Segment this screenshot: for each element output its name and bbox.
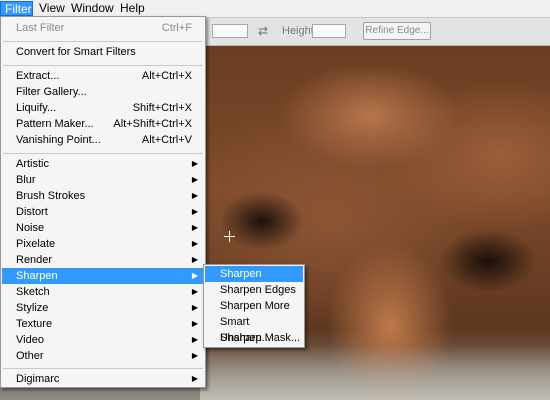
menu-view[interactable]: View	[35, 1, 69, 16]
submenu-item-sharpen[interactable]: Sharpen	[205, 266, 303, 282]
menu-item-brush-strokes[interactable]: Brush Strokes ▶	[2, 188, 204, 204]
refine-edge-button[interactable]: Refine Edge...	[363, 22, 431, 40]
menu-item-label: Last Filter	[16, 22, 65, 34]
menu-help[interactable]: Help	[116, 1, 149, 16]
menu-item-label: Blur	[16, 174, 36, 186]
menu-item-extract[interactable]: Extract... Alt+Ctrl+X	[2, 68, 204, 84]
triangle-right-icon: ▶	[191, 223, 198, 232]
submenu-item-sharpen-more[interactable]: Sharpen More	[205, 298, 303, 314]
menu-separator	[3, 41, 203, 42]
triangle-right-icon: ▶	[191, 191, 198, 200]
menu-separator	[3, 153, 203, 154]
menu-item-label: Brush Strokes	[16, 190, 86, 202]
menu-item-label: Vanishing Point...	[16, 134, 101, 146]
menu-item-label: Distort	[16, 206, 48, 218]
triangle-right-icon: ▶	[191, 159, 198, 168]
menu-item-shortcut: Ctrl+F	[161, 22, 192, 34]
triangle-right-icon: ▶	[191, 239, 198, 248]
menu-item-label: Extract...	[16, 70, 60, 82]
menu-item-sketch[interactable]: Sketch ▶	[2, 284, 204, 300]
menu-item-label: Texture	[16, 318, 53, 330]
menu-item-shortcut: Alt+Ctrl+X	[141, 70, 192, 82]
menu-item-label: Sketch	[16, 286, 50, 298]
menu-item-label: Noise	[16, 222, 45, 234]
triangle-right-icon: ▶	[191, 207, 198, 216]
menu-item-other[interactable]: Other ▶	[2, 348, 204, 364]
swap-arrows-icon[interactable]: ⇄	[258, 24, 272, 38]
sharpen-submenu: Sharpen Sharpen Edges Sharpen More Smart…	[203, 264, 305, 348]
triangle-right-icon: ▶	[191, 303, 198, 312]
menu-filter[interactable]: Filter	[0, 1, 33, 16]
menu-item-noise[interactable]: Noise ▶	[2, 220, 204, 236]
menu-item-shortcut: Alt+Ctrl+V	[141, 134, 192, 146]
triangle-right-icon: ▶	[191, 271, 198, 280]
menu-item-video[interactable]: Video ▶	[2, 332, 204, 348]
menu-item-shortcut: Alt+Shift+Ctrl+X	[113, 118, 192, 130]
menu-item-convert-for-smart-filters[interactable]: Convert for Smart Filters	[2, 44, 204, 60]
triangle-right-icon: ▶	[191, 351, 198, 360]
menu-item-stylize[interactable]: Stylize ▶	[2, 300, 204, 316]
menu-item-artistic[interactable]: Artistic ▶	[2, 156, 204, 172]
menu-item-filter-gallery[interactable]: Filter Gallery...	[2, 84, 204, 100]
menu-item-label: Render	[16, 254, 53, 266]
menu-item-texture[interactable]: Texture ▶	[2, 316, 204, 332]
photo-beard-region	[200, 346, 550, 400]
menu-item-pattern-maker[interactable]: Pattern Maker... Alt+Shift+Ctrl+X	[2, 116, 204, 132]
menu-item-shortcut: Shift+Ctrl+X	[132, 102, 192, 114]
menu-item-label: Other	[16, 350, 44, 362]
triangle-right-icon: ▶	[191, 287, 198, 296]
menu-item-blur[interactable]: Blur ▶	[2, 172, 204, 188]
menu-item-label: Artistic	[16, 158, 49, 170]
menu-separator	[3, 368, 203, 369]
menu-window[interactable]: Window	[67, 1, 118, 16]
triangle-right-icon: ▶	[191, 255, 198, 264]
triangle-right-icon: ▶	[191, 335, 198, 344]
submenu-item-smart-sharpen[interactable]: Smart Sharpen...	[205, 314, 303, 344]
menu-item-digimarc[interactable]: Digimarc ▶	[2, 371, 204, 387]
menu-item-label: Liquify...	[16, 102, 57, 114]
triangle-right-icon: ▶	[191, 175, 198, 184]
menu-item-render[interactable]: Render ▶	[2, 252, 204, 268]
menu-item-label: Stylize	[16, 302, 49, 314]
height-field[interactable]	[312, 24, 346, 38]
menu-item-sharpen[interactable]: Sharpen ▶	[2, 268, 204, 284]
menu-item-label: Convert for Smart Filters	[16, 46, 136, 58]
menu-item-label: Digimarc	[16, 373, 60, 385]
menu-item-label: Pattern Maker...	[16, 118, 94, 130]
menu-item-pixelate[interactable]: Pixelate ▶	[2, 236, 204, 252]
menu-item-last-filter[interactable]: Last Filter Ctrl+F	[2, 20, 204, 36]
menu-item-vanishing-point[interactable]: Vanishing Point... Alt+Ctrl+V	[2, 132, 204, 148]
menu-separator	[3, 65, 203, 66]
menu-item-liquify[interactable]: Liquify... Shift+Ctrl+X	[2, 100, 204, 116]
triangle-right-icon: ▶	[191, 374, 198, 383]
menu-item-label: Filter Gallery...	[16, 86, 87, 98]
submenu-item-unsharp-mask[interactable]: Unsharp Mask...	[205, 330, 303, 346]
width-field[interactable]	[212, 24, 248, 38]
menu-item-label: Pixelate	[16, 238, 56, 250]
submenu-item-sharpen-edges[interactable]: Sharpen Edges	[205, 282, 303, 298]
menu-item-label: Video	[16, 334, 44, 346]
menu-item-label: Sharpen	[16, 270, 58, 282]
crosshair-cursor-icon	[224, 231, 235, 242]
menu-item-distort[interactable]: Distort ▶	[2, 204, 204, 220]
filter-menu: Last Filter Ctrl+F Convert for Smart Fil…	[0, 16, 206, 388]
triangle-right-icon: ▶	[191, 319, 198, 328]
